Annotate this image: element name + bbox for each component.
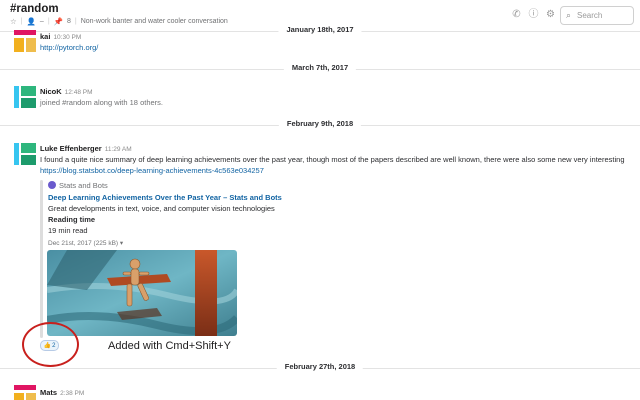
message-timestamp[interactable]: 11:29 AM bbox=[105, 146, 132, 153]
day-divider: February 9th, 2018 bbox=[0, 119, 640, 131]
message-author[interactable]: kai 10:30 PM bbox=[40, 32, 81, 41]
service-icon bbox=[48, 181, 56, 189]
gear-icon[interactable]: ⚙ bbox=[545, 9, 556, 20]
attachment-service: Stats and Bots bbox=[48, 181, 108, 190]
channel-purpose: Non-work banter and water cooler convers… bbox=[80, 18, 228, 25]
message-link[interactable]: http://pytorch.org/ bbox=[40, 43, 98, 52]
message-text: I found a quite nice summary of deep lea… bbox=[40, 155, 625, 164]
search-box[interactable]: ⌕ bbox=[560, 6, 634, 25]
attachment-preview-image[interactable] bbox=[47, 250, 237, 336]
message-timestamp[interactable]: 2:38 PM bbox=[60, 390, 84, 397]
attachment-description: Great developments in text, voice, and c… bbox=[48, 204, 275, 213]
message-link[interactable]: https://blog.statsbot.co/deep-learning-a… bbox=[40, 166, 264, 175]
channel-title[interactable]: #random bbox=[10, 3, 59, 15]
annotation-caption: Added with Cmd+Shift+Y bbox=[108, 340, 231, 352]
day-divider: January 18th, 2017 bbox=[0, 25, 640, 37]
search-icon: ⌕ bbox=[566, 10, 572, 20]
members-count[interactable]: – bbox=[40, 18, 44, 25]
avatar[interactable] bbox=[14, 143, 36, 165]
attachment-field-value: 19 min read bbox=[48, 226, 88, 235]
message-text: joined #random along with 18 others. bbox=[40, 98, 163, 107]
attachment-meta[interactable]: Dec 21st, 2017 (225 kB) ▾ bbox=[48, 239, 123, 247]
day-divider-label: January 18th, 2017 bbox=[278, 25, 362, 34]
avatar[interactable] bbox=[14, 86, 36, 108]
info-icon[interactable]: ⓘ bbox=[528, 9, 539, 20]
message-author[interactable]: NicoK 12:48 PM bbox=[40, 87, 93, 96]
day-divider: March 7th, 2017 bbox=[0, 63, 640, 75]
day-divider-label: February 9th, 2018 bbox=[278, 119, 362, 128]
search-input[interactable] bbox=[577, 9, 631, 22]
message-author[interactable]: Mats 2:38 PM bbox=[40, 388, 84, 397]
avatar[interactable] bbox=[14, 30, 36, 52]
message-author[interactable]: Luke Effenberger 11:29 AM bbox=[40, 144, 132, 153]
message-timestamp[interactable]: 10:30 PM bbox=[53, 34, 81, 41]
annotation-circle bbox=[22, 322, 79, 367]
phone-icon[interactable]: ✆ bbox=[511, 9, 522, 20]
avatar[interactable] bbox=[14, 385, 36, 400]
day-divider-label: March 7th, 2017 bbox=[283, 63, 357, 72]
pins-count[interactable]: 8 bbox=[67, 18, 71, 25]
day-divider: February 27th, 2018 bbox=[0, 362, 640, 374]
day-divider-label: February 27th, 2018 bbox=[276, 362, 364, 371]
attachment-bar bbox=[40, 180, 43, 338]
attachment-title[interactable]: Deep Learning Achievements Over the Past… bbox=[48, 193, 282, 202]
attachment-field-label: Reading time bbox=[48, 215, 96, 224]
message-timestamp[interactable]: 12:48 PM bbox=[65, 89, 93, 96]
header-icons: ✆ ⓘ ⚙ bbox=[511, 9, 556, 20]
